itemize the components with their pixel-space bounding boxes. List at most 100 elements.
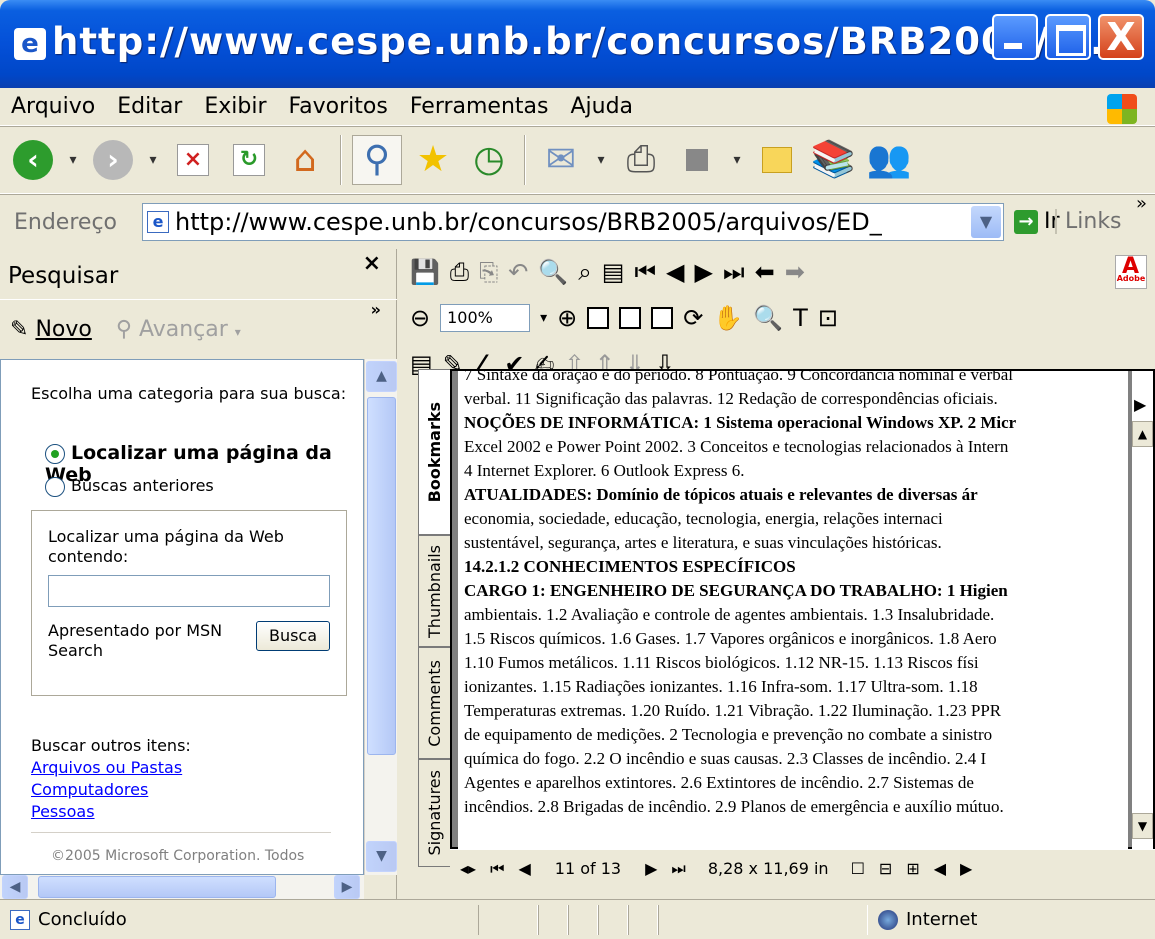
copy-icon[interactable]: ⎘ [479, 258, 498, 286]
print-pdf-icon[interactable]: ⎙ [450, 258, 469, 286]
address-dropdown-icon[interactable]: ▼ [971, 206, 1001, 238]
split-icon[interactable]: ◂▸ [460, 859, 476, 878]
zoom-dropdown-icon[interactable]: ▾ [540, 310, 547, 326]
search-horizontal-scrollbar[interactable]: ◀ ▶ [0, 875, 364, 899]
rotate-icon[interactable]: ⟳ [683, 304, 703, 332]
first-page-icon[interactable]: ⏮ [634, 258, 656, 286]
actual-size-icon[interactable] [587, 307, 610, 329]
search-submit-button[interactable]: Busca [256, 621, 330, 651]
search-pdf-icon[interactable]: ⌕ [578, 258, 591, 286]
zoom-select[interactable]: 100% [440, 304, 531, 332]
edit-dropdown-icon[interactable]: ▾ [728, 152, 746, 168]
search-vertical-scrollbar[interactable]: ▲ ▼ [364, 359, 397, 875]
home-button[interactable]: ⌂ [280, 135, 330, 185]
mail-button[interactable]: ✉ [536, 135, 586, 185]
title-bar[interactable]: e http://www.cespe.unb.br/concursos/BRB2… [0, 0, 1155, 88]
single-page-icon[interactable]: ☐ [851, 859, 865, 878]
new-search-button[interactable]: ✎ Novo [10, 317, 92, 342]
radio-previous-searches[interactable]: Buscas anteriores [45, 476, 214, 497]
scroll-up-icon[interactable]: ▲ [366, 361, 397, 392]
scroll-left-icon[interactable]: ◀ [2, 875, 28, 899]
horizontal-scroll-thumb[interactable] [38, 876, 276, 898]
minimize-button[interactable] [992, 14, 1038, 60]
link-computers[interactable]: Computadores [31, 780, 148, 799]
menu-arquivo[interactable]: Arquivo [0, 94, 106, 119]
edit-button[interactable] [672, 135, 722, 185]
snapshot-icon[interactable]: ⊡ [818, 304, 838, 332]
prev-page-icon[interactable]: ◀ [666, 258, 684, 286]
tab-bookmarks[interactable]: Bookmarks [418, 369, 450, 535]
forward-search-button[interactable]: ⚲ Avançar ▾ [116, 317, 241, 342]
pdf-scroll-up-icon[interactable]: ▲ [1132, 421, 1153, 447]
menu-exibir[interactable]: Exibir [193, 94, 277, 119]
tab-comments[interactable]: Comments [418, 647, 450, 759]
link-people[interactable]: Pessoas [31, 802, 95, 821]
search-button[interactable]: ⚲ [352, 135, 402, 185]
stop-button[interactable]: × [168, 135, 218, 185]
status-first-page-icon[interactable]: ⏮ [490, 859, 504, 879]
save-icon[interactable]: 💾 [410, 258, 440, 286]
pdf-line: ATUALIDADES: Domínio de tópicos atuais e… [464, 485, 978, 504]
discuss-icon [762, 147, 792, 173]
back-view-icon[interactable]: ⬅ [755, 258, 775, 286]
discuss-button[interactable] [752, 135, 802, 185]
research-button[interactable]: 📚 [808, 135, 858, 185]
print-button[interactable]: ⎙ [616, 135, 666, 185]
menu-ajuda[interactable]: Ajuda [559, 94, 644, 119]
mail-dropdown-icon[interactable]: ▾ [592, 152, 610, 168]
zoom-in-icon[interactable]: ⊕ [557, 304, 577, 332]
links-chevron-icon[interactable]: » [1136, 193, 1147, 214]
zoom-out-icon[interactable]: ⊖ [410, 304, 430, 332]
status-prev-page-icon[interactable]: ◀ [518, 859, 530, 878]
address-url[interactable]: http://www.cespe.unb.br/concursos/BRB200… [175, 208, 975, 236]
forward-button[interactable]: › [88, 135, 138, 185]
facing-icon[interactable]: ⊞ [906, 859, 919, 878]
continuous-icon[interactable]: ⊟ [879, 859, 892, 878]
tab-thumbnails[interactable]: Thumbnails [418, 535, 450, 647]
forward-dropdown-icon[interactable]: ▾ [144, 152, 162, 168]
maximize-button[interactable] [1045, 14, 1091, 60]
find-icon[interactable]: 🔍 [538, 258, 568, 286]
back-button[interactable]: ‹ [8, 135, 58, 185]
fit-width-icon[interactable] [651, 307, 674, 329]
text-select-icon[interactable]: T [793, 304, 808, 332]
next-page-icon[interactable]: ▶ [695, 258, 713, 286]
close-button[interactable]: X [1098, 14, 1144, 60]
pages-panel-icon[interactable]: ▤ [602, 258, 625, 286]
messenger-button[interactable]: 👥 [864, 135, 914, 185]
pdf-scrollbar[interactable]: ▶ ▲ ▼ [1132, 371, 1153, 849]
scroll-thumb[interactable] [367, 397, 396, 755]
back-dropdown-icon[interactable]: ▾ [64, 152, 82, 168]
menu-favoritos[interactable]: Favoritos [278, 94, 399, 119]
last-page-icon[interactable]: ⏭ [723, 258, 745, 286]
pdf-document-view[interactable]: 7 Sintaxe da oração e do período. 8 Pont… [450, 369, 1155, 849]
scroll-down-icon[interactable]: ▼ [366, 841, 397, 872]
go-arrow-icon: → [1014, 209, 1038, 234]
menu-editar[interactable]: Editar [106, 94, 193, 119]
status-scroll-right-icon[interactable]: ▶ [960, 859, 972, 878]
address-input[interactable]: e http://www.cespe.unb.br/concursos/BRB2… [142, 203, 1004, 241]
pdf-scroll-down-icon[interactable]: ▼ [1132, 813, 1153, 839]
history-button[interactable]: ◷ [464, 135, 514, 185]
search-tools-chevron-icon[interactable]: » [371, 300, 381, 319]
go-button[interactable]: → Ir [1014, 209, 1060, 234]
zoom-tool-icon[interactable]: 🔍 [753, 304, 783, 332]
link-files-folders[interactable]: Arquivos ou Pastas [31, 758, 182, 777]
forward-view-icon[interactable]: ➡ [785, 258, 805, 286]
status-last-page-icon[interactable]: ⏭ [671, 859, 685, 879]
page-indicator[interactable]: 11 of 13 [545, 859, 631, 878]
menu-ferramentas[interactable]: Ferramentas [399, 94, 560, 119]
tab-signatures[interactable]: Signatures [418, 759, 450, 867]
search-input[interactable] [48, 575, 330, 607]
scroll-right-icon[interactable]: ▶ [334, 875, 360, 899]
fit-page-icon[interactable] [619, 307, 642, 329]
pdf-expand-icon[interactable]: ▶ [1134, 395, 1146, 414]
favorites-button[interactable]: ★ [408, 135, 458, 185]
close-search-pane-icon[interactable]: × [363, 251, 381, 276]
links-button[interactable]: Links [1055, 209, 1122, 234]
status-next-page-icon[interactable]: ▶ [645, 859, 657, 878]
refresh-button[interactable]: ↻ [224, 135, 274, 185]
status-scroll-left-icon[interactable]: ◀ [934, 859, 946, 878]
undo-icon[interactable]: ↶ [508, 258, 528, 286]
hand-tool-icon[interactable]: ✋ [713, 304, 743, 332]
